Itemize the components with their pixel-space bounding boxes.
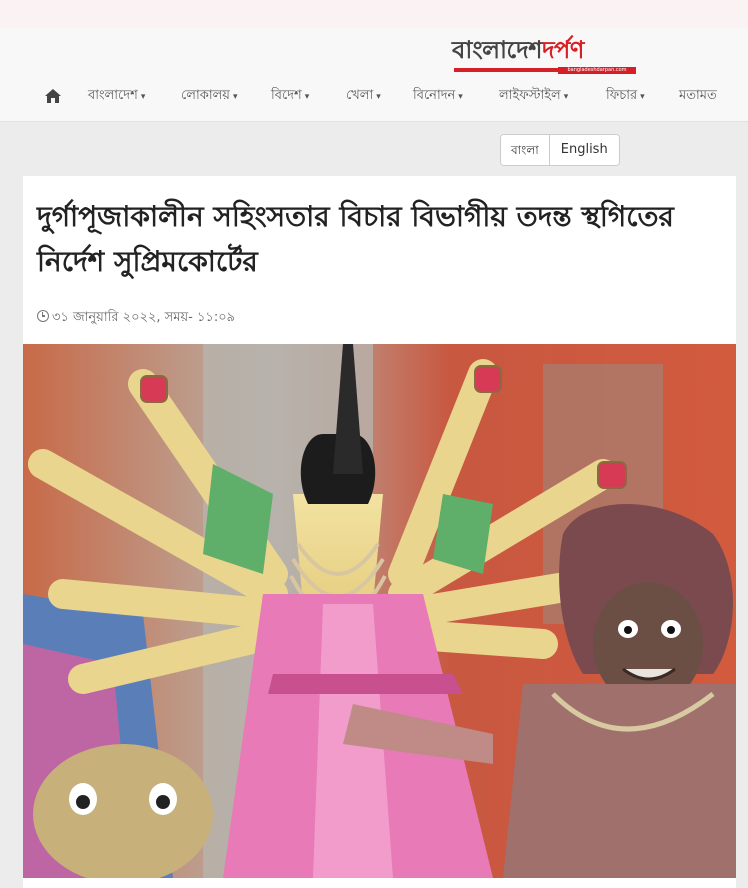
- caret-down-icon: ▾: [140, 92, 146, 102]
- lang-bangla-button[interactable]: বাংলা: [501, 135, 549, 165]
- nav-label: মতামত: [679, 88, 717, 103]
- site-logo[interactable]: বাংলাদেশদর্পণ bangladeshdarpan.com: [452, 32, 636, 74]
- article-title: দুর্গাপূজাকালীন সহিংসতার বিচার বিভাগীয় …: [37, 200, 674, 278]
- caret-down-icon: ▾: [563, 92, 569, 102]
- top-strip: [0, 0, 748, 28]
- durga-idol-photo: [23, 344, 736, 878]
- logo-url: bangladeshdarpan.com: [558, 67, 636, 74]
- nav-item-lifestyle[interactable]: লাইফস্টাইল ▾: [499, 84, 568, 109]
- lang-english-button[interactable]: English: [548, 135, 619, 165]
- article-meta: ৩১ জানুয়ারি ২০২২, সময়- ১১:০৯: [37, 308, 235, 329]
- home-icon[interactable]: [45, 89, 61, 103]
- nav-label: বিনোদন: [413, 88, 456, 103]
- clock-icon: [37, 310, 49, 322]
- nav-label: বাংলাদেশ: [88, 88, 138, 103]
- caret-down-icon: ▾: [232, 92, 238, 102]
- caret-down-icon: ▾: [640, 92, 645, 102]
- nav-item-binodon[interactable]: বিনোদন ▾: [413, 84, 463, 109]
- caret-down-icon: ▾: [458, 92, 463, 102]
- logo-text: বাংলাদেশদর্পণ: [452, 32, 584, 72]
- nav-label: লোকালয়: [181, 88, 230, 103]
- logo-part-1: বাংলাদেশ: [452, 35, 542, 64]
- nav-label: ফিচার: [606, 88, 638, 103]
- caret-down-icon: ▾: [376, 92, 381, 102]
- nav-item-bangladesh[interactable]: বাংলাদেশ ▾: [88, 84, 145, 109]
- nav-item-bidesh[interactable]: বিদেশ ▾: [271, 84, 309, 109]
- logo-part-2: দর্পণ: [541, 35, 584, 64]
- site-header: বাংলাদেশদর্পণ bangladeshdarpan.com বাংলা…: [0, 28, 748, 122]
- nav-item-motamot[interactable]: মতামত: [679, 84, 717, 108]
- nav-label: বিদেশ: [271, 88, 302, 103]
- nav-label: লাইফস্টাইল: [499, 88, 561, 103]
- nav-item-lokaloy[interactable]: লোকালয় ▾: [181, 84, 237, 109]
- language-switcher: বাংলা English: [500, 134, 620, 166]
- nav-item-feature[interactable]: ফিচার ▾: [606, 84, 645, 109]
- nav-label: খেলা: [346, 88, 374, 103]
- article-photo: [23, 344, 736, 878]
- article-card: দুর্গাপূজাকালীন সহিংসতার বিচার বিভাগীয় …: [23, 176, 736, 888]
- article-date: ৩১ জানুয়ারি ২০২২, সময়- ১১:০৯: [52, 310, 236, 325]
- nav-item-khela[interactable]: খেলা ▾: [346, 84, 381, 109]
- caret-down-icon: ▾: [304, 92, 310, 102]
- main-nav: বাংলাদেশ ▾ লোকালয় ▾ বিদেশ ▾ খেলা ▾ বিনোদন ▾ …: [0, 84, 748, 108]
